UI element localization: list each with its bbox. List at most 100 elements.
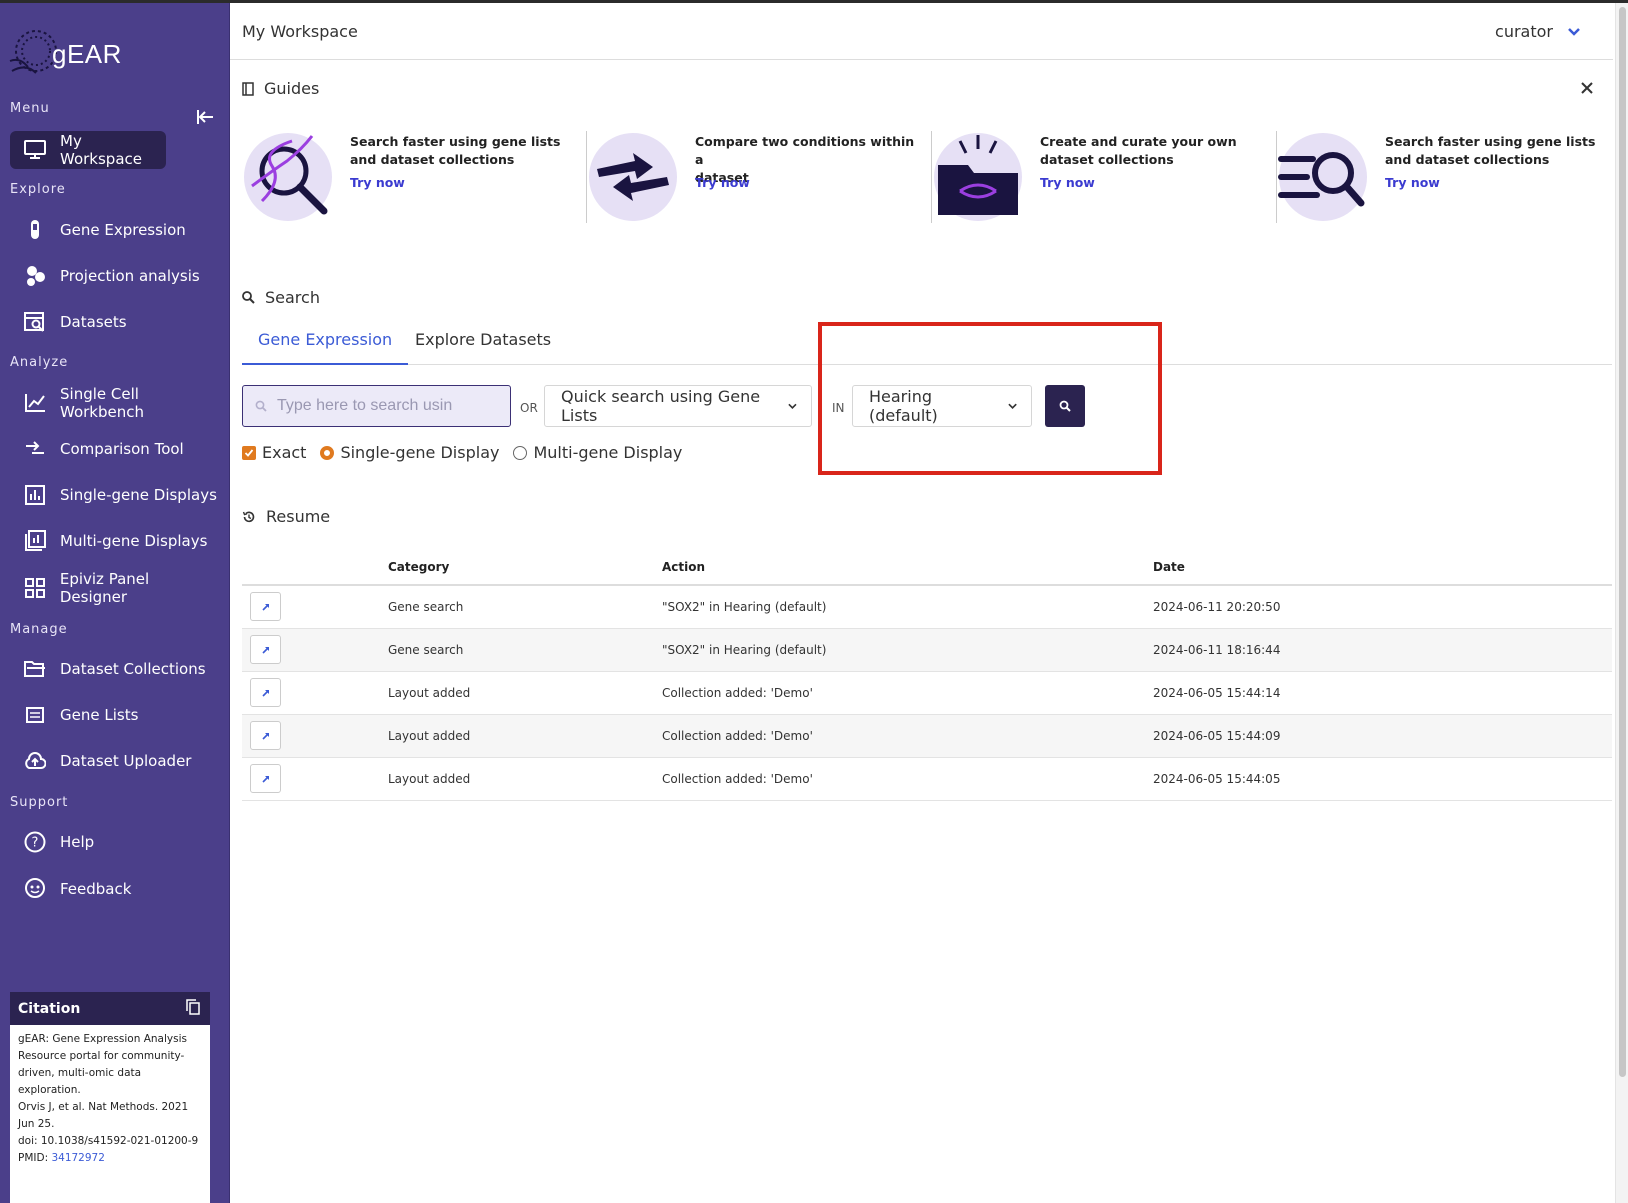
test-tube-icon xyxy=(24,219,46,241)
sidebar-item-label: Dataset Uploader xyxy=(60,752,192,770)
resume-table: Category Action Date Gene search "SOX2" … xyxy=(242,549,1612,801)
exact-label: Exact xyxy=(262,443,307,462)
user-menu[interactable]: curator xyxy=(1495,22,1581,41)
try-now-link[interactable]: Try now xyxy=(695,175,750,190)
date-cell: 2024-06-05 15:44:05 xyxy=(1153,757,1612,801)
date-cell: 2024-06-05 15:44:14 xyxy=(1153,671,1612,715)
try-now-link[interactable]: Try now xyxy=(350,175,405,190)
sidebar-item-dataset-collections[interactable]: Dataset Collections xyxy=(10,650,220,688)
open-resume-button[interactable] xyxy=(250,635,281,664)
sidebar-item-single-cell-workbench[interactable]: Single Cell Workbench xyxy=(10,384,220,422)
grid-layout-icon xyxy=(24,577,46,599)
action-cell: "SOX2" in Hearing (default) xyxy=(662,628,1153,672)
guide-card: Search faster using gene lists and datas… xyxy=(242,127,587,223)
sidebar-item-gene-expression[interactable]: Gene Expression xyxy=(10,211,220,249)
page-scrollbar[interactable] xyxy=(1615,3,1628,1203)
gene-search-input[interactable] xyxy=(277,397,497,415)
section-analyze: Analyze xyxy=(10,355,69,370)
sidebar-item-dataset-uploader[interactable]: Dataset Uploader xyxy=(10,742,220,780)
try-now-link[interactable]: Try now xyxy=(1040,175,1095,190)
sidebar-item-gene-lists[interactable]: Gene Lists xyxy=(10,696,220,734)
molecules-icon xyxy=(24,265,46,287)
chevron-down-icon xyxy=(1568,27,1580,36)
gene-search-field[interactable] xyxy=(242,385,511,427)
multi-gene-radio[interactable] xyxy=(513,445,528,460)
column-header-category: Category xyxy=(388,549,662,586)
sidebar-item-help[interactable]: ? Help xyxy=(10,823,220,861)
open-cell xyxy=(242,585,388,629)
column-header-action: Action xyxy=(662,549,1153,586)
sidebar-item-single-gene-displays[interactable]: Single-gene Displays xyxy=(10,476,220,514)
sidebar-item-epiviz-panel-designer[interactable]: Epiviz Panel Designer xyxy=(10,569,220,607)
compare-arrows-icon xyxy=(587,131,679,223)
highlight-annotation-box xyxy=(818,322,1162,475)
sidebar-item-label: Comparison Tool xyxy=(60,440,184,458)
citation-text: gEAR: Gene Expression Analysis Resource … xyxy=(10,1025,210,1173)
citation-line: exploration. xyxy=(18,1084,81,1096)
gear-logo[interactable]: gEAR xyxy=(6,23,121,83)
sidebar-item-projection-analysis[interactable]: Projection analysis xyxy=(10,257,220,295)
scrollbar-thumb[interactable] xyxy=(1619,7,1626,1077)
sidebar-item-label: Gene Expression xyxy=(60,221,186,239)
open-resume-button[interactable] xyxy=(250,721,281,750)
resume-heading: Resume xyxy=(242,507,330,526)
collapse-left-icon xyxy=(197,110,213,124)
search-icon xyxy=(255,400,267,412)
arrow-up-right-icon xyxy=(261,646,269,654)
category-cell: Layout added xyxy=(388,757,662,801)
sidebar: gEAR Menu My Workspace Explore Gene Expr… xyxy=(0,3,230,1203)
sidebar-item-label: Dataset Collections xyxy=(60,660,206,678)
open-cell xyxy=(242,671,388,715)
guide-line: Create and curate your own xyxy=(1040,134,1237,149)
or-label: OR xyxy=(520,401,538,415)
line-chart-icon xyxy=(24,392,46,414)
guide-text: Search faster using gene lists and datas… xyxy=(350,133,575,169)
close-guides-button[interactable] xyxy=(1580,79,1594,100)
sidebar-item-label: Gene Lists xyxy=(60,706,139,724)
category-cell: Layout added xyxy=(388,671,662,715)
section-manage: Manage xyxy=(10,622,68,637)
single-gene-radio[interactable] xyxy=(320,445,335,460)
citation-line: gEAR: Gene Expression Analysis xyxy=(18,1033,187,1045)
pmid-link[interactable]: 34172972 xyxy=(51,1152,104,1164)
search-icon xyxy=(242,291,255,304)
tab-explore-datasets[interactable]: Explore Datasets xyxy=(399,318,567,365)
search-options: Exact Single-gene Display Multi-gene Dis… xyxy=(242,443,682,462)
sidebar-item-label: Help xyxy=(60,833,95,851)
open-cell xyxy=(242,757,388,801)
help-circle-icon: ? xyxy=(24,831,46,853)
copy-citation-button[interactable] xyxy=(186,998,200,1019)
guide-line: dataset collections xyxy=(1040,152,1174,167)
sidebar-item-datasets[interactable]: Datasets xyxy=(10,303,220,341)
open-resume-button[interactable] xyxy=(250,592,281,622)
tab-gene-expression[interactable]: Gene Expression xyxy=(242,318,409,365)
dataset-search-icon xyxy=(24,311,46,333)
guides-title: Guides xyxy=(264,79,320,98)
citation-panel: Citation gEAR: Gene Expression Analysis … xyxy=(10,992,210,1203)
dna-folder-icon xyxy=(932,131,1024,223)
exact-checkbox[interactable] xyxy=(242,445,256,460)
guide-text: Search faster using gene lists and datas… xyxy=(1385,133,1610,169)
citation-line: driven, multi-omic data xyxy=(18,1067,142,1079)
try-now-link[interactable]: Try now xyxy=(1385,175,1440,190)
copy-icon xyxy=(186,998,200,1015)
guide-line: Search faster using gene lists xyxy=(1385,134,1596,149)
monitor-icon xyxy=(24,139,46,161)
table-row: Layout added Collection added: 'Demo' 20… xyxy=(242,757,1612,801)
sidebar-item-label: Epiviz Panel Designer xyxy=(59,570,150,606)
arrow-up-right-icon xyxy=(261,775,269,783)
open-resume-button[interactable] xyxy=(250,678,281,707)
category-cell: Gene search xyxy=(388,628,662,672)
svg-text:?: ? xyxy=(32,836,39,851)
guide-text: Create and curate your own dataset colle… xyxy=(1040,133,1265,169)
pmid-label: PMID: xyxy=(18,1152,52,1164)
gene-list-dropdown[interactable]: Quick search using Gene Lists xyxy=(544,385,812,427)
sidebar-item-my-workspace[interactable]: My Workspace xyxy=(10,131,166,169)
sidebar-item-comparison-tool[interactable]: Comparison Tool xyxy=(10,430,220,468)
sidebar-item-multi-gene-displays[interactable]: Multi-gene Displays xyxy=(10,522,220,560)
table-row: Gene search "SOX2" in Hearing (default) … xyxy=(242,628,1612,672)
collapse-sidebar-button[interactable] xyxy=(195,107,217,129)
open-resume-button[interactable] xyxy=(250,764,281,793)
sidebar-item-feedback[interactable]: Feedback xyxy=(10,870,220,908)
compare-icon xyxy=(24,438,46,460)
